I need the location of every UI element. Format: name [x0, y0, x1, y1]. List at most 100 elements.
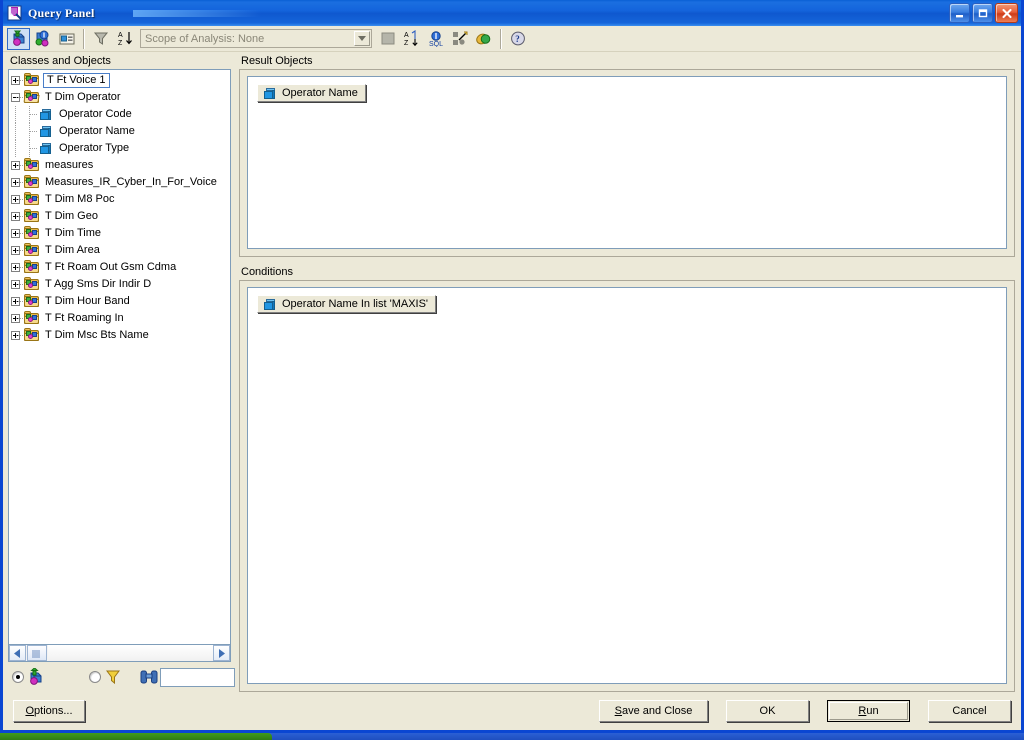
tree-item-label: measures	[45, 159, 94, 171]
help-button[interactable]: ?	[506, 28, 529, 50]
stop-button[interactable]	[376, 28, 399, 50]
tree-expander[interactable]	[9, 89, 23, 106]
tree-item[interactable]: T Agg Sms Dir Indir D	[9, 276, 230, 293]
result-objects-dropzone[interactable]: Operator Name	[247, 76, 1007, 249]
tree-item-label: T Dim Geo	[45, 210, 98, 222]
view-structure-button[interactable]	[31, 28, 54, 50]
run-button[interactable]: Run	[827, 700, 910, 722]
object-cube-icon	[262, 297, 279, 312]
result-object-chip[interactable]: Operator Name	[257, 84, 366, 102]
tree-item[interactable]: T Dim Msc Bts Name	[9, 327, 230, 344]
scroll-left-button[interactable]	[9, 645, 26, 661]
scope-of-analysis-button[interactable]	[448, 28, 471, 50]
tree-expander[interactable]	[9, 259, 23, 276]
object-cube-icon	[262, 86, 279, 101]
combined-query-button[interactable]	[472, 28, 495, 50]
tree-item-label: Measures_IR_Cyber_In_For_Voice	[45, 176, 217, 188]
tree-connector	[23, 123, 37, 140]
tree-item[interactable]: Operator Code	[9, 106, 230, 123]
tree-item-label: Operator Name	[59, 125, 135, 137]
query-panel-icon	[6, 4, 24, 22]
funnel-icon	[104, 668, 124, 686]
view-objects-button[interactable]	[7, 27, 30, 50]
options-accel: O	[25, 705, 35, 717]
view-sql-button[interactable]: SQL	[424, 28, 447, 50]
tree-item[interactable]: T Dim Geo	[9, 208, 230, 225]
maximize-button[interactable]	[972, 3, 993, 23]
binoculars-icon[interactable]	[140, 670, 158, 684]
tree-item[interactable]: T Dim Operator	[9, 89, 230, 106]
class-folder-icon	[24, 73, 41, 88]
class-folder-icon	[24, 328, 41, 343]
tree-item-label: Operator Code	[59, 108, 132, 120]
tree-item[interactable]: T Dim Time	[9, 225, 230, 242]
save-accel: S	[614, 705, 622, 717]
tree-item[interactable]: T Dim Area	[9, 242, 230, 259]
condition-chip[interactable]: Operator Name In list 'MAXIS'	[257, 295, 437, 313]
tree-horizontal-scrollbar[interactable]	[8, 645, 231, 662]
tree-item[interactable]: T Dim Hour Band	[9, 293, 230, 310]
options-rest: ptions...	[34, 705, 73, 717]
window-controls	[949, 3, 1019, 23]
tree-item-label: T Dim Msc Bts Name	[45, 329, 149, 341]
tree-expander[interactable]	[9, 242, 23, 259]
tree-item[interactable]: T Dim M8 Poc	[9, 191, 230, 208]
tree-expander[interactable]	[9, 327, 23, 344]
tree-scroll-area[interactable]: T Ft Voice 1 T Dim Operator Operator Code O…	[9, 70, 230, 644]
radio-show-objects[interactable]	[12, 671, 24, 683]
find-input[interactable]	[160, 667, 235, 687]
save-and-close-button[interactable]: Save and Close	[599, 700, 708, 722]
tree-item[interactable]: Measures_IR_Cyber_In_For_Voice	[9, 174, 230, 191]
scrollbar-thumb[interactable]	[27, 645, 47, 661]
query-definition-pane: Result Objects Operator Name Conditions …	[231, 54, 1018, 692]
tree-item[interactable]: measures	[9, 157, 230, 174]
cancel-button[interactable]: Cancel	[928, 700, 1011, 722]
svg-text:A: A	[118, 32, 123, 39]
class-folder-icon	[24, 294, 41, 309]
result-objects-label: Result Objects	[241, 55, 313, 67]
start-button[interactable]	[0, 733, 272, 740]
tree-expander[interactable]	[9, 293, 23, 310]
tree-expander[interactable]	[9, 276, 23, 293]
tree-item-label: T Dim Time	[45, 227, 102, 239]
filter-button[interactable]	[89, 28, 112, 50]
tree-item[interactable]: T Ft Roam Out Gsm Cdma	[9, 259, 230, 276]
minimize-button[interactable]	[949, 3, 970, 23]
sort-descending-button[interactable]: A Z	[400, 28, 423, 50]
tree-item[interactable]: Operator Type	[9, 140, 230, 157]
tree-connector	[23, 140, 37, 157]
object-cube-icon	[38, 107, 55, 122]
tree-item-label: T Dim Operator	[45, 91, 121, 103]
scroll-right-button[interactable]	[213, 645, 230, 661]
footer-action-buttons: Save and Close OK Run Cancel	[599, 700, 1011, 722]
tree-expander[interactable]	[9, 208, 23, 225]
classes-and-objects-tree[interactable]: T Ft Voice 1 T Dim Operator Operator Code O…	[8, 69, 231, 645]
tree-expander[interactable]	[9, 310, 23, 327]
scrollbar-track[interactable]	[48, 645, 213, 661]
tree-item-label: T Ft Voice 1	[43, 73, 110, 88]
tree-expander[interactable]	[9, 72, 23, 89]
tree-expander[interactable]	[9, 174, 23, 191]
chevron-down-icon[interactable]	[354, 31, 370, 46]
tree-item-label: T Ft Roam Out Gsm Cdma	[45, 261, 177, 273]
result-object-chip-label: Operator Name	[282, 87, 358, 99]
sort-button[interactable]: A Z	[113, 28, 136, 50]
tree-connector	[23, 106, 37, 123]
classes-and-objects-label: Classes and Objects	[10, 55, 111, 67]
window-title: Query Panel	[28, 5, 95, 20]
options-button-label: Options...	[25, 705, 72, 717]
tree-expander[interactable]	[9, 191, 23, 208]
scope-of-analysis-combobox[interactable]: Scope of Analysis: None	[140, 29, 372, 48]
tree-item[interactable]: T Ft Voice 1	[9, 72, 230, 89]
tree-item[interactable]: T Ft Roaming In	[9, 310, 230, 327]
tree-item[interactable]: Operator Name	[9, 123, 230, 140]
tree-expander[interactable]	[9, 225, 23, 242]
radio-show-filters[interactable]	[89, 671, 101, 683]
options-button[interactable]: Options...	[13, 700, 85, 722]
class-folder-icon	[24, 260, 41, 275]
tree-expander[interactable]	[9, 157, 23, 174]
close-button[interactable]	[995, 3, 1018, 23]
view-names-button[interactable]	[55, 28, 78, 50]
ok-button[interactable]: OK	[726, 700, 809, 722]
conditions-dropzone[interactable]: Operator Name In list 'MAXIS'	[247, 287, 1007, 684]
